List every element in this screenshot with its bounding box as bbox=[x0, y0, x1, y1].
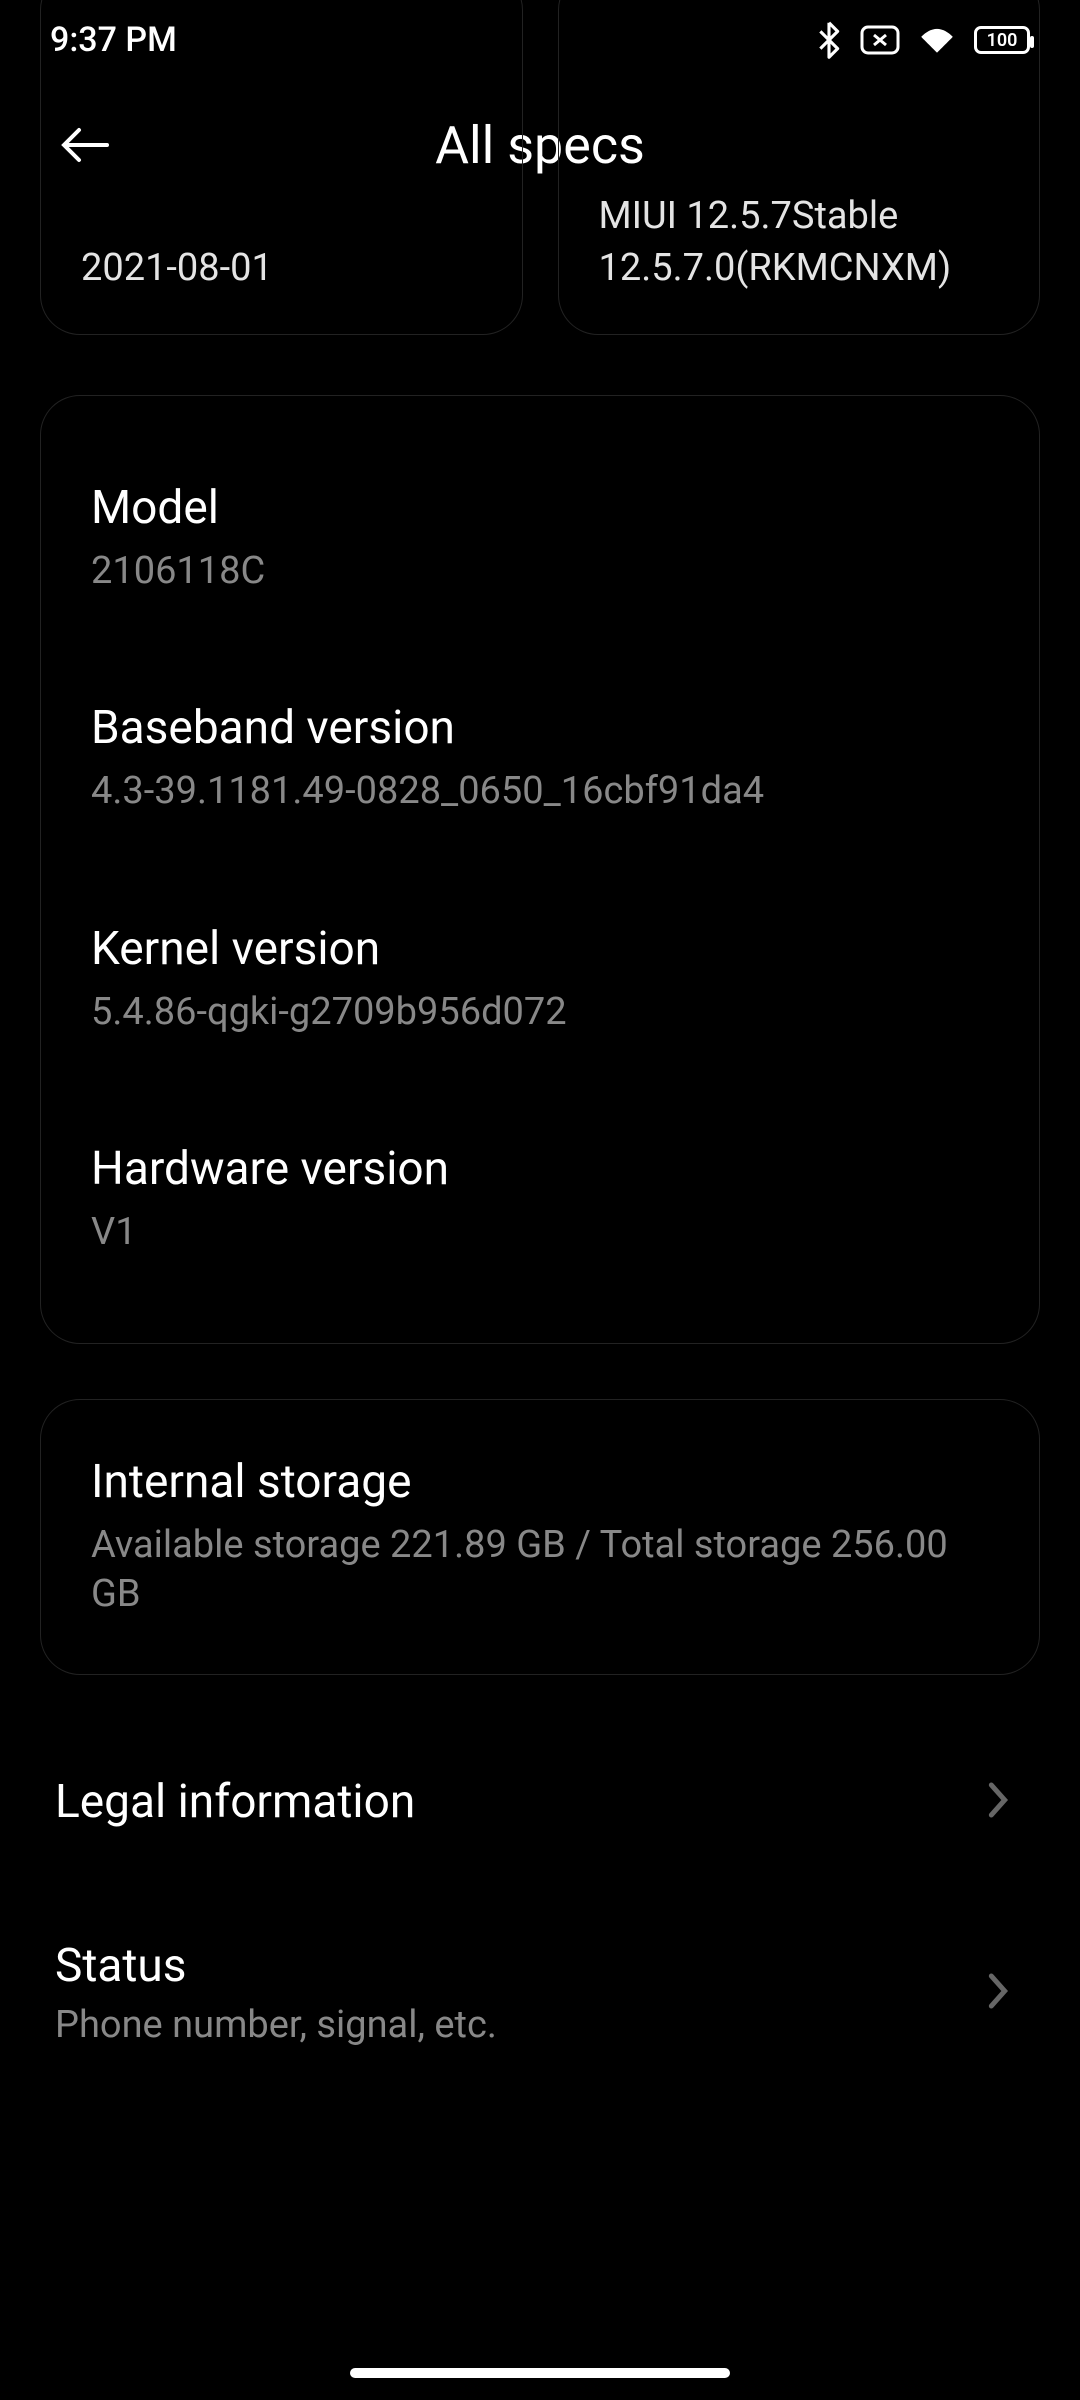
legal-information-item[interactable]: Legal information bbox=[40, 1730, 1040, 1874]
spec-model-label: Model bbox=[91, 481, 989, 535]
spec-model[interactable]: Model 2106118C bbox=[91, 481, 989, 596]
spec-baseband-value: 4.3-39.1181.49-0828_0650_16cbf91da4 bbox=[91, 767, 989, 816]
storage-label: Internal storage bbox=[91, 1455, 989, 1509]
home-indicator[interactable] bbox=[350, 2368, 730, 2378]
spec-baseband-label: Baseband version bbox=[91, 701, 989, 755]
status-label: Status bbox=[55, 1939, 986, 1993]
chevron-right-icon bbox=[986, 1971, 1010, 2015]
spec-model-value: 2106118C bbox=[91, 547, 989, 596]
security-patch-value: 2021-08-01 bbox=[81, 243, 482, 294]
chevron-right-icon bbox=[986, 1780, 1010, 1824]
spec-baseband[interactable]: Baseband version 4.3-39.1181.49-0828_065… bbox=[91, 701, 989, 816]
security-patch-card[interactable]: 2021-08-01 bbox=[40, 0, 523, 335]
miui-version-line2: 12.5.7.0(RKMCNXM) bbox=[599, 243, 1000, 294]
miui-version-line1: MIUI 12.5.7Stable bbox=[599, 191, 1000, 242]
specs-card: Model 2106118C Baseband version 4.3-39.1… bbox=[40, 395, 1040, 1344]
miui-version-card[interactable]: MIUI 12.5.7Stable 12.5.7.0(RKMCNXM) bbox=[558, 0, 1041, 335]
spec-hardware-label: Hardware version bbox=[91, 1142, 989, 1196]
spec-kernel-label: Kernel version bbox=[91, 922, 989, 976]
content: 2021-08-01 MIUI 12.5.7Stable 12.5.7.0(RK… bbox=[0, 0, 1080, 2092]
legal-label: Legal information bbox=[55, 1775, 986, 1829]
storage-card[interactable]: Internal storage Available storage 221.8… bbox=[40, 1399, 1040, 1676]
spec-kernel-value: 5.4.86-qgki-g2709b956d072 bbox=[91, 988, 989, 1037]
spec-hardware[interactable]: Hardware version V1 bbox=[91, 1142, 989, 1257]
status-item[interactable]: Status Phone number, signal, etc. bbox=[40, 1894, 1040, 2092]
spec-hardware-value: V1 bbox=[91, 1208, 989, 1257]
storage-value: Available storage 221.89 GB / Total stor… bbox=[91, 1521, 989, 1620]
spec-kernel[interactable]: Kernel version 5.4.86-qgki-g2709b956d072 bbox=[91, 922, 989, 1037]
status-sub: Phone number, signal, etc. bbox=[55, 2003, 986, 2047]
